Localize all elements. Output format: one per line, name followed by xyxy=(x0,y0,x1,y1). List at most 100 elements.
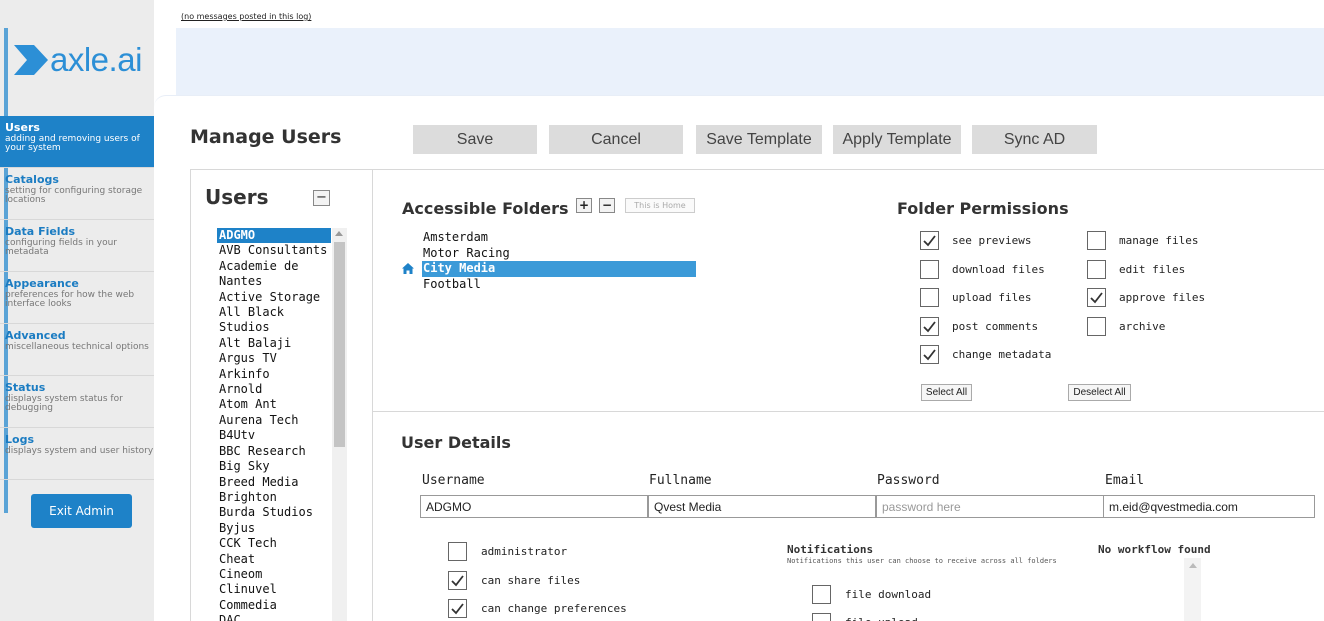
user-list-item[interactable]: Atom Ant xyxy=(217,397,331,412)
save-template-button[interactable]: Save Template xyxy=(696,125,822,154)
deselect-all-button[interactable]: Deselect All xyxy=(1068,384,1131,401)
remove-folder-button[interactable]: − xyxy=(599,198,615,213)
sidebar-item-appearance[interactable]: Appearance preferences for how the web in… xyxy=(0,272,154,324)
sidebar-item-subtitle: configuring fields in your metadata xyxy=(5,238,117,257)
user-list-item[interactable]: ADGMO xyxy=(217,228,331,244)
user-list-item[interactable]: Byjus xyxy=(217,521,331,536)
sidebar-item-subtitle: miscellaneous technical options xyxy=(5,342,149,352)
sidebar-item-users[interactable]: Users adding and removing users of your s… xyxy=(0,116,154,168)
flag-can-change-preferences-checkbox[interactable] xyxy=(448,599,467,618)
set-home-button[interactable]: This is Home xyxy=(625,198,695,213)
users-collapse-button[interactable]: − xyxy=(313,190,330,206)
user-list-item[interactable]: Cheat xyxy=(217,552,331,567)
checkmark-icon xyxy=(923,320,936,332)
sync-ad-button[interactable]: Sync AD xyxy=(972,125,1097,154)
add-folder-button[interactable]: + xyxy=(576,198,592,213)
sidebar-item-advanced[interactable]: Advanced miscellaneous technical options xyxy=(0,324,154,376)
scroll-up-arrow-icon[interactable] xyxy=(335,231,343,236)
user-list-item[interactable]: Active Storage xyxy=(217,290,331,305)
user-list-item[interactable]: Aurena Tech xyxy=(217,413,331,428)
save-button[interactable]: Save xyxy=(413,125,537,154)
fullname-label: Fullname xyxy=(649,473,712,488)
page-title: Manage Users xyxy=(190,126,342,148)
notify-file-download-checkbox[interactable] xyxy=(812,585,831,604)
perm-edit-files-checkbox[interactable] xyxy=(1087,259,1106,279)
sidebar-item-logs[interactable]: Logs displays system and user history xyxy=(0,428,154,480)
sidebar-item-data-fields[interactable]: Data Fields configuring fields in your me… xyxy=(0,220,154,272)
user-list-item[interactable]: Alt Balaji xyxy=(217,336,331,351)
perm-change-metadata-checkbox[interactable] xyxy=(920,345,939,364)
fullname-input[interactable] xyxy=(648,495,876,518)
user-list-item[interactable]: Brighton xyxy=(217,490,331,505)
flag-administrator-checkbox[interactable] xyxy=(448,542,467,561)
apply-template-button[interactable]: Apply Template xyxy=(833,125,961,154)
folder-name: Football xyxy=(423,276,481,291)
sidebar-item-title: Advanced xyxy=(5,329,66,342)
logo-text-main: axle xyxy=(50,41,109,78)
folder-list[interactable]: Amsterdam Motor Racing City Media Football xyxy=(402,230,696,293)
notify-file-download-label: file download xyxy=(845,588,932,601)
perm-download-files-checkbox[interactable] xyxy=(920,259,939,279)
users-scrollbar[interactable] xyxy=(332,228,347,621)
user-list-item[interactable]: Academie de Nantes xyxy=(217,259,331,290)
sidebar-item-title: Users xyxy=(5,121,40,134)
user-list-item[interactable]: Arkinfo xyxy=(217,367,331,382)
logo-chevron-icon xyxy=(14,45,48,75)
user-list-item[interactable]: AVB Consultants xyxy=(217,243,331,258)
user-list-item[interactable]: Breed Media xyxy=(217,475,331,490)
accessible-folders-heading: Accessible Folders xyxy=(402,199,569,218)
workflow-scroll-up-icon[interactable] xyxy=(1189,563,1197,568)
content-top-edge xyxy=(154,95,1324,107)
folder-name: City Media xyxy=(423,261,496,276)
admin-sidebar: axle.ai Users adding and removing users o… xyxy=(0,0,154,621)
folder-list-item[interactable]: City Media xyxy=(402,261,696,277)
user-list-item[interactable]: Clinuvel xyxy=(217,582,331,597)
flag-can-share-files-label: can share files xyxy=(481,573,581,587)
users-scroll-thumb[interactable] xyxy=(334,242,345,447)
user-list-item[interactable]: B4Utv xyxy=(217,428,331,443)
user-list-item[interactable]: Cineom xyxy=(217,567,331,582)
user-list-item[interactable]: BBC Research xyxy=(217,444,331,459)
content-divider-mid xyxy=(372,169,373,621)
flag-administrator-label: administrator xyxy=(481,545,568,558)
user-list-item[interactable]: All Black Studios xyxy=(217,305,331,336)
user-list-item[interactable]: Arnold xyxy=(217,382,331,397)
sidebar-item-title: Status xyxy=(5,381,46,394)
perm-post-comments-checkbox[interactable] xyxy=(920,316,939,336)
folder-list-item[interactable]: Motor Racing xyxy=(422,246,696,262)
folder-list-item[interactable]: Football xyxy=(422,277,696,293)
cancel-button[interactable]: Cancel xyxy=(549,125,683,154)
sidebar-item-subtitle: displays system and user history xyxy=(5,446,154,456)
sidebar-item-catalogs[interactable]: Catalogs setting for configuring storage … xyxy=(0,168,154,220)
perm-approve-files-checkbox[interactable] xyxy=(1087,288,1106,307)
perm-see-previews-checkbox[interactable] xyxy=(920,231,939,250)
exit-admin-button[interactable]: Exit Admin xyxy=(31,494,132,528)
password-input[interactable] xyxy=(876,495,1104,518)
user-list-item[interactable]: Burda Studios xyxy=(217,505,331,520)
select-all-button[interactable]: Select All xyxy=(921,384,972,401)
user-list-item[interactable]: Commedia xyxy=(217,598,331,613)
sidebar-item-status[interactable]: Status displays system status for debuggi… xyxy=(0,376,154,428)
flag-can-share-files-checkbox[interactable] xyxy=(448,570,467,590)
users-list[interactable]: ADGMO AVB Consultants Academie de Nantes Ac… xyxy=(217,228,347,621)
email-input[interactable] xyxy=(1103,495,1315,518)
perm-manage-files-checkbox[interactable] xyxy=(1087,231,1106,250)
folder-list-item[interactable]: Amsterdam xyxy=(422,230,696,246)
log-messages-link[interactable]: (no messages posted in this log) xyxy=(181,12,311,21)
user-list-item[interactable]: Argus TV xyxy=(217,351,331,366)
user-list-item[interactable]: CCK Tech xyxy=(217,536,331,551)
sidebar-item-subtitle: preferences for how the web interface lo… xyxy=(5,290,135,309)
user-list-item[interactable]: DAC xyxy=(217,613,331,621)
sidebar-item-title: Catalogs xyxy=(5,173,59,186)
perm-upload-files-checkbox[interactable] xyxy=(920,288,939,307)
checkmark-icon xyxy=(451,574,464,586)
perm-archive-checkbox[interactable] xyxy=(1087,316,1106,336)
notify-file-upload-checkbox[interactable] xyxy=(812,613,831,621)
workflow-scrollbar[interactable] xyxy=(1184,558,1201,621)
user-list-item[interactable]: Big Sky xyxy=(217,459,331,474)
perm-edit-files-label: edit files xyxy=(1119,262,1186,276)
notify-file-upload-label: file upload xyxy=(845,616,918,621)
checkmark-icon xyxy=(451,603,464,615)
username-input[interactable] xyxy=(420,495,648,518)
password-label: Password xyxy=(877,473,940,488)
